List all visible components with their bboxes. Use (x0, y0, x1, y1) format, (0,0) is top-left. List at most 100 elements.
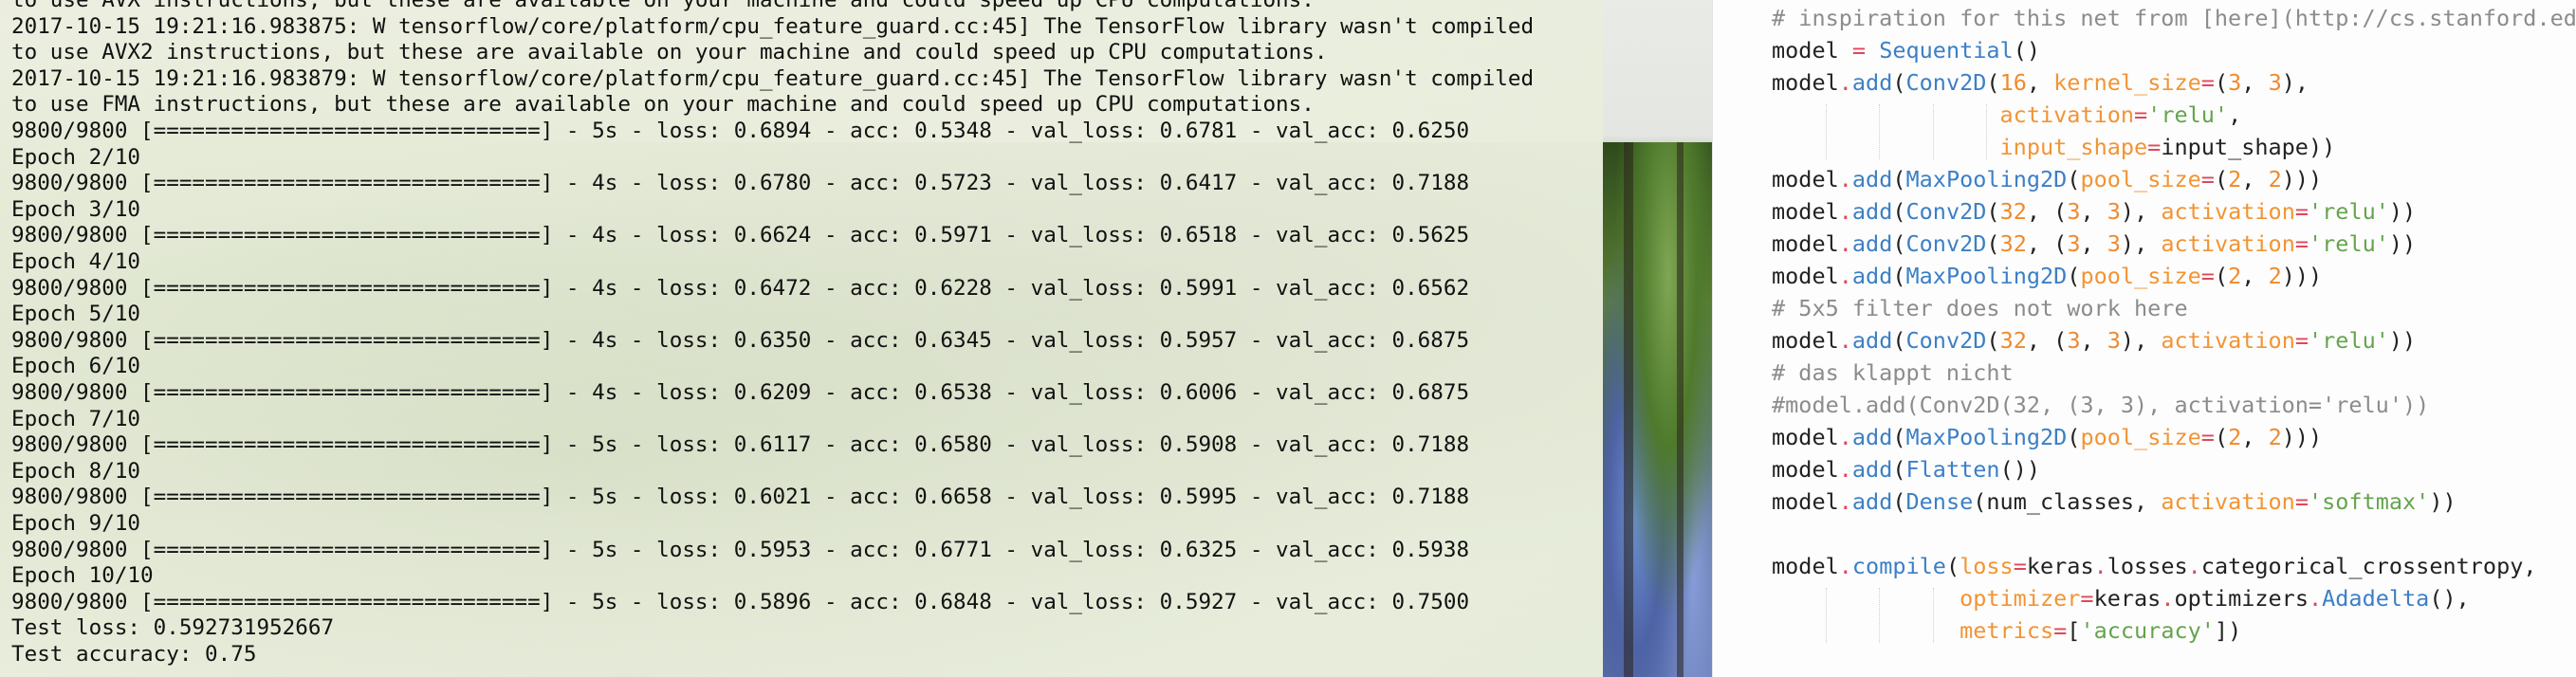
code-token: Adadelta (2322, 585, 2430, 612)
terminal-line: Epoch 10/10 (11, 563, 154, 589)
code-token: . (1838, 263, 1852, 289)
code-editor[interactable]: # inspiration for this net from [here](h… (1712, 0, 2576, 677)
code-token: , ( (2026, 327, 2068, 354)
code-token: ( (1986, 69, 2000, 96)
terminal-line: Epoch 7/10 (11, 406, 141, 431)
code-token: optimizers (2174, 585, 2309, 612)
indent-guide (1986, 104, 1988, 159)
code-line: model.add(Conv2D(32, (3, 3), activation=… (1772, 324, 2416, 357)
code-token: )) (2429, 488, 2456, 515)
code-token: = (2147, 134, 2162, 160)
code-token: . (1838, 166, 1852, 192)
code-token: ( (2067, 263, 2081, 289)
terminal-line: Epoch 4/10 (11, 249, 141, 274)
terminal-line: 9800/9800 [=============================… (11, 275, 1470, 301)
code-token: add (1851, 198, 1893, 225)
code-token: = (1851, 37, 1867, 64)
code-token: , (2241, 69, 2269, 96)
code-token: 'accuracy' (2080, 617, 2215, 644)
code-token: model (1772, 456, 1839, 483)
code-token: activation (2161, 230, 2295, 257)
code-token: )) (2388, 230, 2417, 257)
terminal-line: 9800/9800 [=============================… (11, 485, 1470, 510)
desktop-wallpaper-strip (1603, 0, 1712, 677)
code-token: ( (2214, 69, 2229, 96)
code-token: pool_size (2080, 166, 2201, 192)
code-token: compile (1851, 553, 1946, 579)
code-token: add (1851, 263, 1893, 289)
code-token: 3 (2107, 198, 2121, 225)
code-token: ( (2214, 166, 2229, 192)
code-token: ( (1892, 69, 1906, 96)
code-line: model.add(MaxPooling2D(pool_size=(2, 2))… (1772, 260, 2322, 292)
code-token: activation (2161, 488, 2295, 515)
code-token: 3 (2268, 69, 2282, 96)
code-token: model (1772, 69, 1839, 96)
code-token: model (1772, 198, 1839, 225)
code-token: # das klappt nicht (1772, 359, 2014, 386)
code-token: categorical_crossentropy (2200, 553, 2524, 579)
code-line: activation='relu', (1772, 99, 2242, 131)
code-token: model (1772, 424, 1839, 450)
code-token: = (2294, 198, 2309, 225)
code-token: add (1851, 488, 1893, 515)
code-token: ))) (2281, 166, 2323, 192)
code-token: Dense (1905, 488, 1974, 515)
terminal-line: to use AVX2 instructions, but these are … (11, 40, 1328, 65)
terminal-line: Epoch 2/10 (11, 144, 141, 170)
code-token: optimizer (1960, 585, 2081, 612)
code-token: model (1772, 37, 1852, 64)
code-token: MaxPooling2D (1905, 263, 2068, 289)
terminal-line: 9800/9800 [=============================… (11, 119, 1470, 143)
code-line: optimizer=keras.optimizers.Adadelta(), (1772, 582, 2470, 614)
code-token: ( (1892, 166, 1906, 192)
code-token: 2 (2228, 424, 2242, 450)
code-line: metrics=['accuracy']) (1772, 614, 2241, 647)
code-token: 3 (2107, 327, 2121, 354)
code-token: activation (2161, 327, 2295, 354)
terminal-window[interactable]: to use AVX instructions, but these are a… (0, 0, 1603, 677)
code-token: activation (1999, 101, 2135, 128)
indent-guide (1879, 588, 1881, 643)
code-line: model.compile(loss=keras.losses.categori… (1772, 550, 2537, 582)
code-token: add (1851, 424, 1893, 450)
code-token: . (2308, 585, 2323, 612)
code-token: = (2013, 553, 2027, 579)
code-token: MaxPooling2D (1905, 166, 2068, 192)
code-token: . (1838, 424, 1852, 450)
code-token: = (2134, 101, 2148, 128)
tree-trunk (1677, 142, 1684, 677)
code-token: #model.add(Conv2D(32, (3, 3), activation… (1772, 392, 2430, 418)
code-token: ), (2281, 69, 2309, 96)
terminal-line: 9800/9800 [=============================… (11, 171, 1470, 196)
code-token: 32 (1999, 327, 2027, 354)
terminal-line: 2017-10-15 19:21:16.983879: W tensorflow… (11, 65, 1535, 91)
code-token: pool_size (2080, 263, 2201, 289)
code-token: # 5x5 filter does not work here (1772, 295, 2188, 321)
code-token: add (1851, 166, 1893, 192)
code-token: 'relu' (2309, 327, 2389, 354)
code-token: ))) (2281, 263, 2323, 289)
code-token: , (2241, 166, 2269, 192)
indent-guide (1879, 104, 1881, 159)
code-token: = (2294, 230, 2309, 257)
terminal-line: 9800/9800 [=============================… (11, 380, 1470, 405)
code-token: model (1772, 166, 1839, 192)
code-token: . (1838, 69, 1852, 96)
code-token: 3 (2067, 327, 2081, 354)
code-token: add (1851, 327, 1893, 354)
code-token: model (1772, 553, 1839, 579)
code-token: ( (2067, 166, 2081, 192)
code-token: 2 (2228, 166, 2242, 192)
code-token: add (1851, 69, 1893, 96)
terminal-line: 9800/9800 [=============================… (11, 223, 1470, 248)
code-token: 3 (2228, 69, 2242, 96)
code-token: ( (1892, 263, 1906, 289)
code-token: ( (1892, 456, 1906, 483)
code-token: 3 (2067, 198, 2081, 225)
code-token: model (1772, 263, 1839, 289)
code-token: 'relu' (2309, 230, 2389, 257)
